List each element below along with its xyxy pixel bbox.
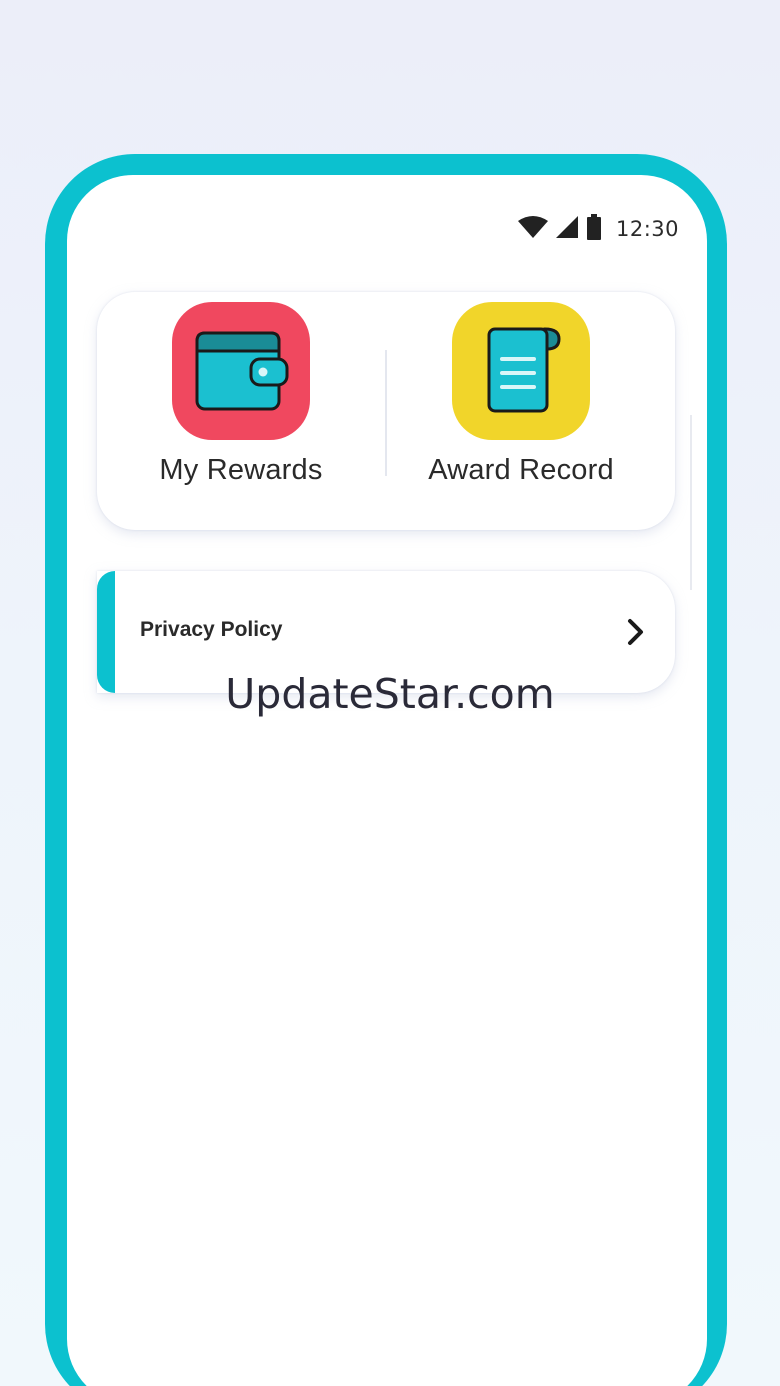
- status-time: 12:30: [615, 217, 679, 241]
- battery-icon: [586, 213, 602, 245]
- my-rewards-label: My Rewards: [159, 454, 323, 486]
- receipt-scroll-icon: [452, 302, 590, 440]
- award-record-button[interactable]: Award Record: [391, 302, 651, 512]
- scroll-indicator: [690, 415, 692, 590]
- privacy-policy-label: Privacy Policy: [140, 618, 283, 641]
- wallet-icon: [172, 302, 310, 440]
- award-record-label: Award Record: [428, 454, 614, 486]
- shortcut-card: My Rewards Award Record: [97, 292, 675, 530]
- my-rewards-button[interactable]: My Rewards: [111, 302, 371, 512]
- phone-screen: 12:30 My Rewards Award Record Privacy Po…: [67, 175, 707, 1386]
- cell-signal-icon: [555, 215, 578, 243]
- chevron-right-icon: [625, 617, 647, 647]
- shortcut-divider: [385, 350, 387, 476]
- watermark: UpdateStar.com: [225, 670, 555, 718]
- status-bar: 12:30: [517, 213, 679, 245]
- wifi-icon: [517, 215, 548, 243]
